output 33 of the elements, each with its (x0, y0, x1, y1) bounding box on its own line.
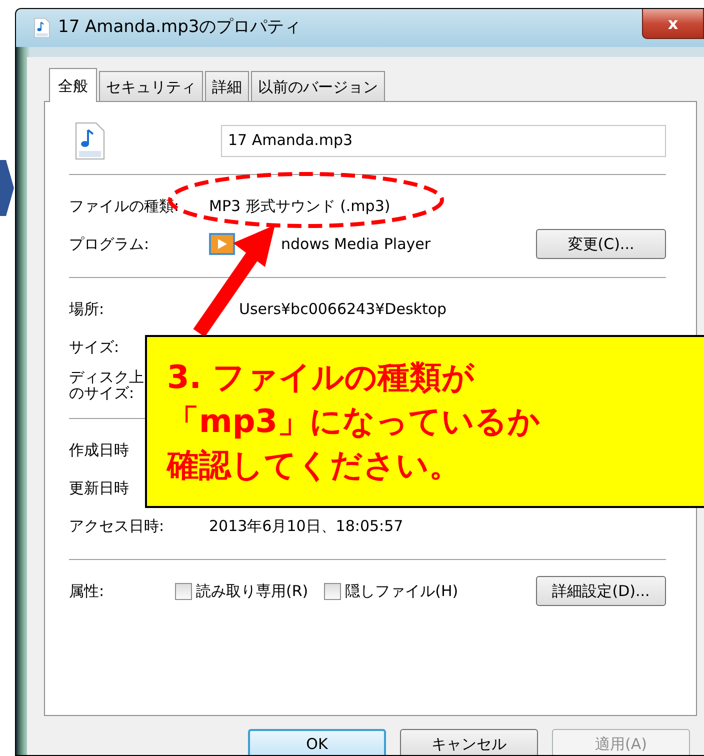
property-value: Users¥bc0066243¥Desktop (239, 298, 447, 320)
change-button[interactable]: 変更(C)... (536, 228, 666, 260)
music-file-icon (75, 122, 105, 160)
property-label: 場所: (69, 300, 106, 318)
dialog-button[interactable]: キャンセル (400, 729, 538, 755)
attributes-label: 属性: (69, 580, 106, 602)
property-label: 更新日時 (69, 480, 130, 496)
property-label: サイズ: (69, 338, 120, 356)
property-label: アクセス日時: (69, 518, 166, 534)
checkbox[interactable]: 隠しファイル(H) (324, 580, 458, 602)
callout-text: 確認してください。 (167, 445, 461, 486)
callout-text: 3. ファイルの種類が (167, 357, 475, 398)
property-label: 作成日時 (69, 442, 130, 458)
tab[interactable]: セキュリティ (99, 71, 203, 101)
advanced-button[interactable]: 詳細設定(D)... (536, 576, 666, 606)
dialog-button[interactable]: OK (248, 729, 386, 755)
checkbox[interactable]: 読み取り専用(R) (175, 580, 308, 602)
property-label: プログラム: (69, 236, 150, 252)
property-value: ndows Media Player (281, 234, 431, 255)
window-title: 17 Amanda.mp3のプロパティ (58, 16, 302, 40)
property-value: 2013年6月10日、18:05:57 (209, 516, 404, 537)
file-name-field[interactable]: 17 Amanda.mp3 (221, 125, 666, 157)
chevron-shape (0, 160, 14, 216)
property-label: ディスク上 (69, 368, 144, 385)
tab[interactable]: 以前のバージョン (251, 71, 385, 101)
media-player-icon (209, 233, 235, 255)
tab[interactable]: 詳細 (205, 71, 249, 101)
tab[interactable]: 全般 (49, 68, 97, 102)
file-icon (34, 18, 50, 38)
callout-text: 「mp3」になっているか (167, 401, 541, 442)
property-label: のサイズ: (69, 385, 134, 402)
close-button[interactable]: x (642, 9, 704, 39)
property-value: MP3 形式サウンド (.mp3) (209, 196, 390, 217)
